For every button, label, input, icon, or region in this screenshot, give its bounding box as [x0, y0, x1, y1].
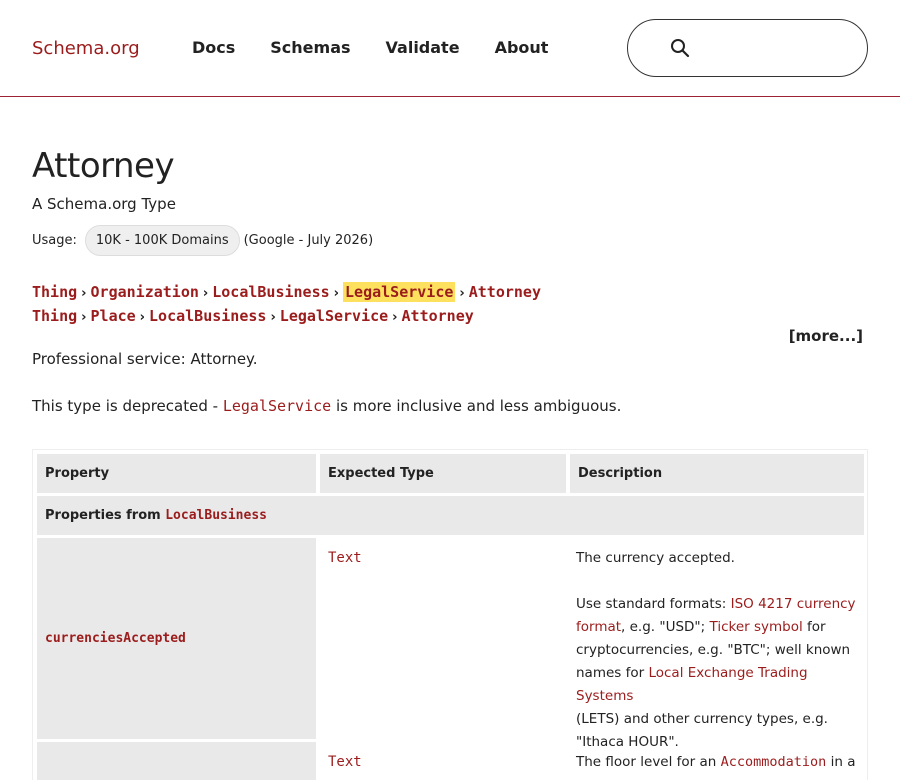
deprecation-notice: This type is deprecated - LegalService i…	[32, 397, 621, 415]
crumb-thing[interactable]: Thing	[32, 307, 77, 325]
description-cell: The floor level for an Accommodation in …	[576, 751, 866, 774]
description-line: names for Local Exchange Trading Systems	[576, 662, 866, 708]
nav-validate[interactable]: Validate	[386, 38, 460, 57]
description-line: cryptocurrencies, e.g. "BTC"; well known	[576, 642, 851, 658]
section-type-link[interactable]: LocalBusiness	[165, 508, 267, 523]
nav-docs[interactable]: Docs	[192, 38, 235, 57]
usage-label: Usage:	[32, 232, 77, 248]
page-title: Attorney	[32, 146, 175, 186]
breadcrumbs: Thing › Organization › LocalBusiness › LegalSe…	[32, 281, 541, 329]
breadcrumb-path-2: Thing › Place › LocalBusiness › LegalService › A…	[32, 305, 541, 329]
crumb-localbusiness[interactable]: LocalBusiness	[212, 283, 329, 301]
section-prefix: Properties from	[45, 508, 166, 523]
description-cell: The currency accepted. Use standard form…	[576, 547, 866, 754]
column-header-description: Description	[570, 454, 864, 493]
main-nav: Docs Schemas Validate About	[192, 38, 548, 57]
crumb-attorney[interactable]: Attorney	[402, 307, 474, 325]
description-line: Use standard formats: ISO 4217 currency	[576, 593, 866, 616]
description-line: The floor level for an Accommodation in …	[576, 751, 866, 774]
site-header: Schema.org Docs Schemas Validate About	[0, 0, 900, 97]
usage-badge: 10K - 100K Domains	[84, 224, 240, 256]
type-description: Professional service: Attorney.	[32, 350, 258, 368]
description-line: The currency accepted.	[576, 550, 735, 566]
description-text: names for	[576, 665, 649, 681]
crumb-separator: ›	[459, 286, 465, 301]
description-text: , e.g. "USD";	[621, 619, 710, 635]
description-text: The floor level for an	[576, 754, 721, 770]
crumb-legalservice[interactable]: LegalService	[280, 307, 388, 325]
link-iso-4217[interactable]: ISO 4217 currency	[731, 596, 856, 612]
description-text: in a	[826, 754, 856, 770]
usage-info: Usage: 10K - 100K Domains (Google - July…	[32, 224, 373, 256]
crumb-thing[interactable]: Thing	[32, 283, 77, 301]
properties-table: Property Expected Type Description Prope…	[32, 449, 868, 780]
more-link[interactable]: [more...]	[789, 327, 863, 345]
site-logo[interactable]: Schema.org	[32, 38, 140, 59]
nav-about[interactable]: About	[495, 38, 549, 57]
column-header-expected-type: Expected Type	[320, 454, 566, 493]
nav-schemas[interactable]: Schemas	[270, 38, 350, 57]
crumb-separator: ›	[81, 310, 87, 325]
property-cell: currenciesAccepted	[37, 538, 316, 739]
section-header-localbusiness: Properties from LocalBusiness	[37, 496, 864, 535]
description-line: (LETS) and other currency types, e.g.	[576, 711, 828, 727]
crumb-separator: ›	[392, 310, 398, 325]
crumb-attorney[interactable]: Attorney	[469, 283, 541, 301]
page-subtitle: A Schema.org Type	[32, 195, 176, 213]
deprecation-text: is more inclusive and less ambiguous.	[331, 397, 622, 415]
search-box[interactable]	[627, 19, 868, 77]
breadcrumb-path-1: Thing › Organization › LocalBusiness › LegalSe…	[32, 281, 541, 305]
deprecation-link-legalservice[interactable]: LegalService	[223, 397, 331, 415]
property-cell	[37, 742, 316, 780]
type-link-text[interactable]: Text	[328, 550, 362, 566]
link-ticker-symbol[interactable]: Ticker symbol	[709, 619, 802, 635]
usage-source: (Google - July 2026)	[243, 232, 374, 248]
search-icon	[671, 39, 690, 58]
property-link-currenciesaccepted[interactable]: currenciesAccepted	[45, 631, 186, 646]
link-iso-4217-format[interactable]: format	[576, 619, 621, 635]
crumb-place[interactable]: Place	[91, 307, 136, 325]
search-input[interactable]	[706, 34, 856, 62]
crumb-legalservice-highlighted[interactable]: LegalService	[343, 282, 456, 302]
crumb-separator: ›	[202, 286, 209, 301]
crumb-separator: ›	[81, 286, 87, 301]
crumb-separator: ›	[333, 286, 340, 301]
link-accommodation[interactable]: Accommodation	[721, 754, 827, 770]
crumb-localbusiness[interactable]: LocalBusiness	[149, 307, 266, 325]
description-text: for	[802, 619, 826, 635]
crumb-separator: ›	[270, 310, 276, 325]
expected-type-cell: Text	[320, 742, 566, 780]
deprecation-text: This type is deprecated -	[32, 397, 223, 415]
description-line: format, e.g. "USD"; Ticker symbol for	[576, 616, 866, 639]
crumb-organization[interactable]: Organization	[91, 283, 199, 301]
type-link-text[interactable]: Text	[328, 754, 362, 770]
description-text: Use standard formats:	[576, 596, 731, 612]
expected-type-cell: Text	[320, 538, 566, 739]
column-header-property: Property	[37, 454, 316, 493]
crumb-separator: ›	[139, 310, 146, 325]
